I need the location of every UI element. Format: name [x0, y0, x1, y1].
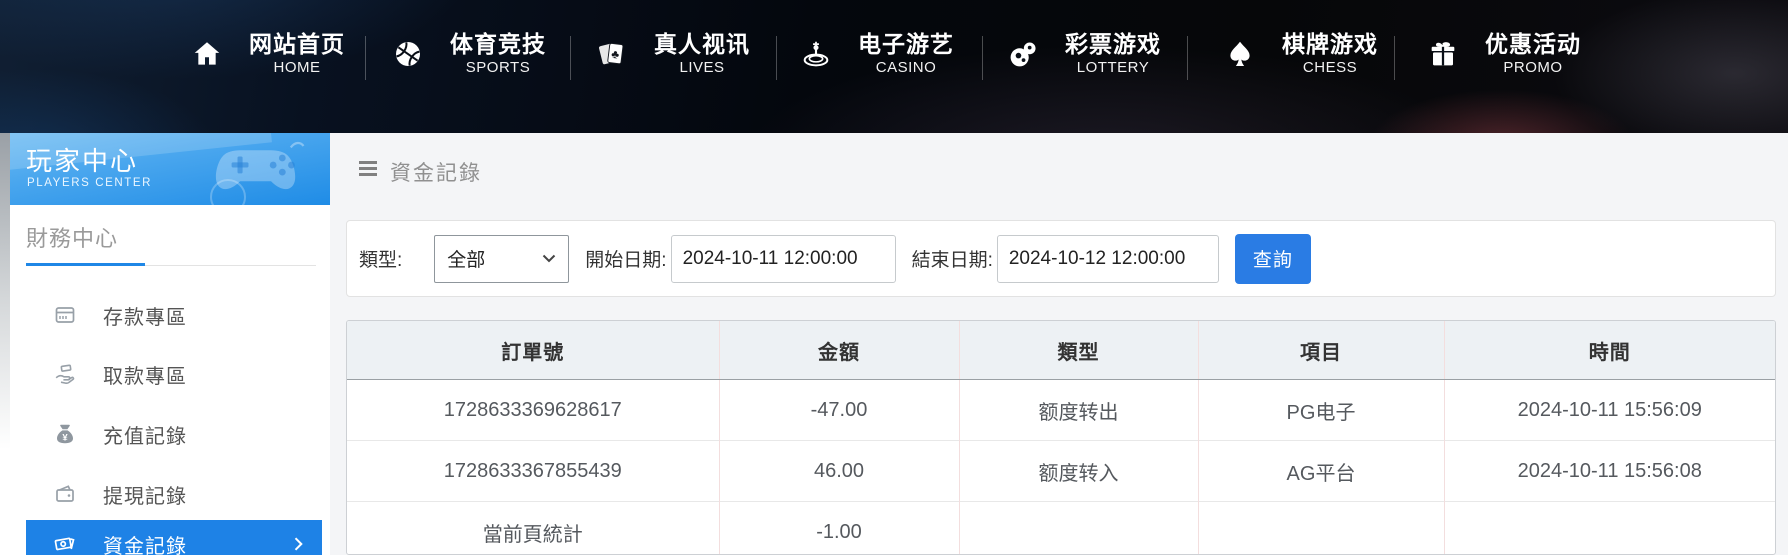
- nav-label-zh: 棋牌游戏: [1282, 31, 1378, 58]
- nav-label-en: CHESS: [1303, 58, 1357, 77]
- sidebar-item-deposit[interactable]: 存款專區: [26, 291, 322, 339]
- sidebar-item-label: 提現記錄: [103, 480, 187, 509]
- cell-type: [959, 502, 1198, 555]
- cell-amount: -47.00: [719, 380, 959, 441]
- funds-record-table: 訂單號 金額 類型 項目 時間 1728633369628617 -47.00 …: [346, 320, 1776, 555]
- table-header-row: 訂單號 金額 類型 項目 時間: [347, 321, 1775, 380]
- nav-item-chess[interactable]: 棋牌游戏CHESS: [1224, 30, 1378, 78]
- type-select-value: 全部: [447, 245, 485, 272]
- nav-divider: [365, 36, 366, 80]
- nav-item-home[interactable]: 网站首页HOME: [191, 30, 345, 78]
- nav-label-en: SPORTS: [466, 58, 530, 77]
- sidebar: 玩家中心 PLAYERS CENTER 財務中心 存款專區 取款專區 ¥ 充值記…: [10, 133, 330, 555]
- nav-divider: [570, 36, 571, 80]
- sidebar-item-label: 取款專區: [103, 360, 187, 389]
- page-left-gutter: [0, 133, 10, 555]
- main-content: 資金記錄 類型: 全部 開始日期: 結束日期: 查詢 訂單號 金額: [330, 133, 1788, 555]
- nav-divider: [982, 36, 983, 80]
- chevron-down-icon: [542, 250, 556, 268]
- nav-divider: [1394, 36, 1395, 80]
- nav-item-lottery[interactable]: 彩票游戏LOTTERY: [1007, 30, 1161, 78]
- cell-type: 额度转出: [959, 380, 1198, 441]
- spade-icon: [1224, 38, 1256, 70]
- summary-row: 當前頁統計 -1.00: [347, 502, 1775, 555]
- nav-label-zh: 真人视讯: [654, 31, 750, 58]
- nav-item-promo[interactable]: 优惠活动PROMO: [1427, 30, 1581, 78]
- cell-order-no: 1728633367855439: [347, 441, 719, 502]
- players-center-banner: 玩家中心 PLAYERS CENTER: [10, 133, 330, 205]
- sidebar-item-label: 充值記錄: [103, 420, 187, 449]
- nav-label-en: HOME: [274, 58, 321, 77]
- start-date-label: 開始日期:: [585, 245, 666, 272]
- nav-label-zh: 优惠活动: [1485, 31, 1581, 58]
- cell-item: AG平台: [1198, 441, 1444, 502]
- cell-time: [1444, 502, 1775, 555]
- home-icon: [191, 38, 223, 70]
- sidebar-item-label: 存款專區: [103, 301, 187, 330]
- end-date-label: 結束日期:: [912, 245, 993, 272]
- type-select[interactable]: 全部: [434, 235, 569, 283]
- table-row: 1728633369628617 -47.00 额度转出 PG电子 2024-1…: [347, 380, 1775, 441]
- cell-item: [1198, 502, 1444, 555]
- chevron-right-icon: [288, 534, 308, 555]
- sidebar-item-funds-record[interactable]: 資金記錄: [26, 520, 322, 555]
- cell-type: 额度转入: [959, 441, 1198, 502]
- cell-summary-label: 當前頁統計: [347, 502, 719, 555]
- top-nav: 网站首页HOME 体育竞技SPORTS ♣ 真人视讯LIVES 电子游艺CASI…: [0, 0, 1788, 133]
- basketball-icon: [392, 38, 424, 70]
- nav-label-zh: 电子游艺: [858, 31, 954, 58]
- col-header-item: 項目: [1198, 321, 1444, 380]
- table-row: 1728633367855439 46.00 额度转入 AG平台 2024-10…: [347, 441, 1775, 502]
- nav-label-zh: 体育竞技: [450, 31, 546, 58]
- nav-label-en: CASINO: [876, 58, 937, 77]
- section-divider-accent: [26, 263, 145, 266]
- cell-item: PG电子: [1198, 380, 1444, 441]
- nav-label-en: PROMO: [1503, 58, 1562, 77]
- nav-divider: [1187, 36, 1188, 80]
- cell-order-no: 1728633369628617: [347, 380, 719, 441]
- finance-section-title: 財務中心: [26, 221, 118, 253]
- col-header-amount: 金額: [719, 321, 959, 380]
- cell-amount: 46.00: [719, 441, 959, 502]
- app-window: 网站首页HOME 体育竞技SPORTS ♣ 真人视讯LIVES 电子游艺CASI…: [0, 0, 1788, 555]
- start-date-input[interactable]: [671, 235, 896, 283]
- gift-icon: [1427, 38, 1459, 70]
- roulette-icon: [800, 38, 832, 70]
- lottery-balls-icon: [1007, 38, 1039, 70]
- cell-time: 2024-10-11 15:56:09: [1444, 380, 1775, 441]
- hand-money-icon: [53, 362, 77, 386]
- cell-time: 2024-10-11 15:56:08: [1444, 441, 1775, 502]
- sidebar-item-withdrawal-record[interactable]: 提現記錄: [26, 470, 322, 518]
- wallet-icon: [53, 482, 77, 506]
- deposit-machine-icon: [53, 303, 77, 327]
- type-label: 類型:: [359, 245, 402, 272]
- search-button[interactable]: 查詢: [1235, 234, 1311, 284]
- money-bag-icon: ¥: [53, 422, 77, 446]
- banknotes-icon: [53, 532, 77, 555]
- sidebar-item-recharge-record[interactable]: ¥ 充值記錄: [26, 410, 322, 458]
- page-title: 資金記錄: [390, 157, 482, 187]
- menu-toggle-icon[interactable]: [359, 161, 377, 177]
- nav-label-zh: 网站首页: [249, 31, 345, 58]
- nav-item-sports[interactable]: 体育竞技SPORTS: [392, 30, 546, 78]
- cell-amount: -1.00: [719, 502, 959, 555]
- nav-label-zh: 彩票游戏: [1065, 31, 1161, 58]
- col-header-type: 類型: [959, 321, 1198, 380]
- nav-divider: [776, 36, 777, 80]
- nav-label-en: LOTTERY: [1077, 58, 1149, 77]
- col-header-time: 時間: [1444, 321, 1775, 380]
- nav-item-casino[interactable]: 电子游艺CASINO: [800, 30, 954, 78]
- sidebar-subtitle: PLAYERS CENTER: [27, 177, 152, 189]
- sidebar-title: 玩家中心: [26, 141, 138, 178]
- end-date-input[interactable]: [997, 235, 1219, 283]
- sidebar-item-withdraw[interactable]: 取款專區: [26, 350, 322, 398]
- sidebar-item-label: 資金記錄: [103, 530, 187, 555]
- filter-panel: 類型: 全部 開始日期: 結束日期: 查詢: [346, 220, 1776, 297]
- nav-item-lives[interactable]: ♣ 真人视讯LIVES: [596, 30, 750, 78]
- svg-text:¥: ¥: [62, 432, 68, 443]
- nav-label-en: LIVES: [679, 58, 724, 77]
- playing-cards-icon: ♣: [596, 38, 628, 70]
- col-header-order-no: 訂單號: [347, 321, 719, 380]
